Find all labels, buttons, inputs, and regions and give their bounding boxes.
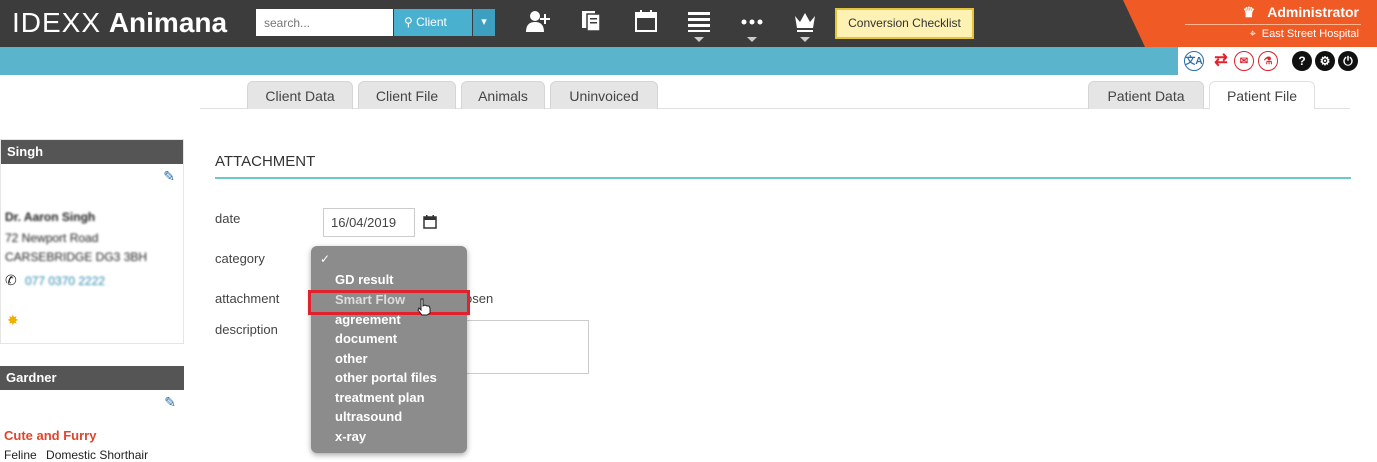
client-card: Singh ✎ Dr. Aaron Singh 72 Newport Road … [0,139,184,344]
top-header: IDEXX Animana ⚲ Client ▾ Conversion Chec… [0,0,1377,47]
brand-bold-text: Animana [108,7,228,38]
section-divider [215,177,1351,179]
client-phone[interactable]: 077 0370 2222 [25,274,105,288]
edit-patient-icon[interactable]: ✎ [164,394,176,411]
list-menu-caret[interactable] [694,37,704,42]
tab-bar: Client Data Client File Animals Uninvoic… [200,81,1350,109]
client-address-line1: 72 Newport Road [5,231,99,245]
add-client-icon[interactable] [525,8,551,36]
description-label: description [215,322,278,337]
search-scope-dropdown[interactable]: ▾ [473,9,495,36]
swap-icon[interactable]: ⇄ [1211,51,1231,71]
client-card-title: Singh [1,140,183,164]
utility-icons: 文A ⇄ ✉ ⚗ ? ⚙ ⏻ [1178,47,1377,75]
category-option-other[interactable]: other [335,351,368,366]
mail-icon[interactable]: ✉ [1234,51,1254,71]
help-icon[interactable]: ? [1292,51,1312,71]
search-scope-label: Client [416,15,447,29]
lightbulb-icon[interactable]: ✸ [7,312,19,329]
conversion-checklist-button[interactable]: Conversion Checklist [835,8,974,39]
date-picker-icon[interactable] [423,215,437,234]
patient-card: Gardner ✎ Cute and Furry Feline Domestic… [0,366,184,462]
patient-species: Feline [4,448,37,462]
client-name: Dr. Aaron Singh [5,210,96,224]
patient-card-title: Gardner [0,366,184,390]
location-pin-icon: ⌖ [1249,28,1256,40]
calendar-icon[interactable] [633,8,659,36]
search-icon: ⚲ [404,15,413,29]
hand-cursor-icon [416,298,432,321]
translate-icon[interactable]: 文A [1184,51,1204,71]
tab-animals[interactable]: Animals [461,81,545,109]
more-icon[interactable] [739,8,765,36]
user-panel-divider [1185,24,1361,25]
phone-icon: ✆ [5,272,17,288]
location-label[interactable]: ⌖ East Street Hospital [1250,28,1359,41]
tab-patient-file[interactable]: Patient File [1209,81,1315,109]
crown-small-icon: ♛ [1242,4,1256,20]
category-option-treatment-plan[interactable]: treatment plan [335,390,425,405]
category-option-document[interactable]: document [335,331,397,346]
user-name-label: Administrator [1267,4,1359,20]
category-option-gd-result[interactable]: GD result [335,272,394,287]
location-text: East Street Hospital [1261,28,1359,40]
brand-light-text: IDEXX [12,7,102,38]
lab-icon[interactable]: ⚗ [1258,51,1278,71]
edit-client-icon[interactable]: ✎ [163,168,175,185]
date-label: date [215,211,241,226]
patient-alert: Cute and Furry [4,428,97,443]
brand-logo[interactable]: IDEXX Animana [12,7,227,39]
section-title: ATTACHMENT [215,153,316,170]
attachment-label: attachment [215,291,280,306]
category-option-x-ray[interactable]: x-ray [335,429,366,444]
search-scope-button[interactable]: ⚲ Client [394,9,472,36]
highlight-box [308,290,470,315]
crown-menu-caret[interactable] [800,37,810,42]
settings-icon[interactable]: ⚙ [1315,51,1335,71]
category-label: category [215,251,265,266]
client-address-line2: CARSEBRIDGE DG3 3BH [5,250,148,264]
date-field[interactable]: 16/04/2019 [323,208,415,237]
list-icon[interactable] [686,8,712,36]
patient-species-breed: Feline Domestic Shorthair [4,448,148,462]
tab-uninvoiced[interactable]: Uninvoiced [550,81,658,109]
search-input[interactable] [256,9,393,36]
tab-patient-data[interactable]: Patient Data [1088,81,1204,109]
tab-client-data[interactable]: Client Data [247,81,353,109]
power-icon[interactable]: ⏻ [1338,51,1358,71]
selected-check-icon: ✓ [320,252,331,266]
crown-icon[interactable] [792,8,818,36]
description-textarea[interactable] [463,320,589,374]
category-dropdown-menu[interactable]: ✓ GD result Smart Flow agreement documen… [311,246,467,453]
patient-breed: Domestic Shorthair [46,448,149,462]
user-panel[interactable]: ♛ Administrator ⌖ East Street Hospital [1123,0,1377,47]
tab-client-file[interactable]: Client File [358,81,456,109]
more-menu-caret[interactable] [747,37,757,42]
user-name[interactable]: ♛ Administrator [1243,4,1359,21]
category-option-other-portal-files[interactable]: other portal files [335,370,437,385]
category-option-ultrasound[interactable]: ultrasound [335,409,402,424]
sub-toolbar [0,47,1377,75]
documents-icon[interactable] [579,8,605,36]
